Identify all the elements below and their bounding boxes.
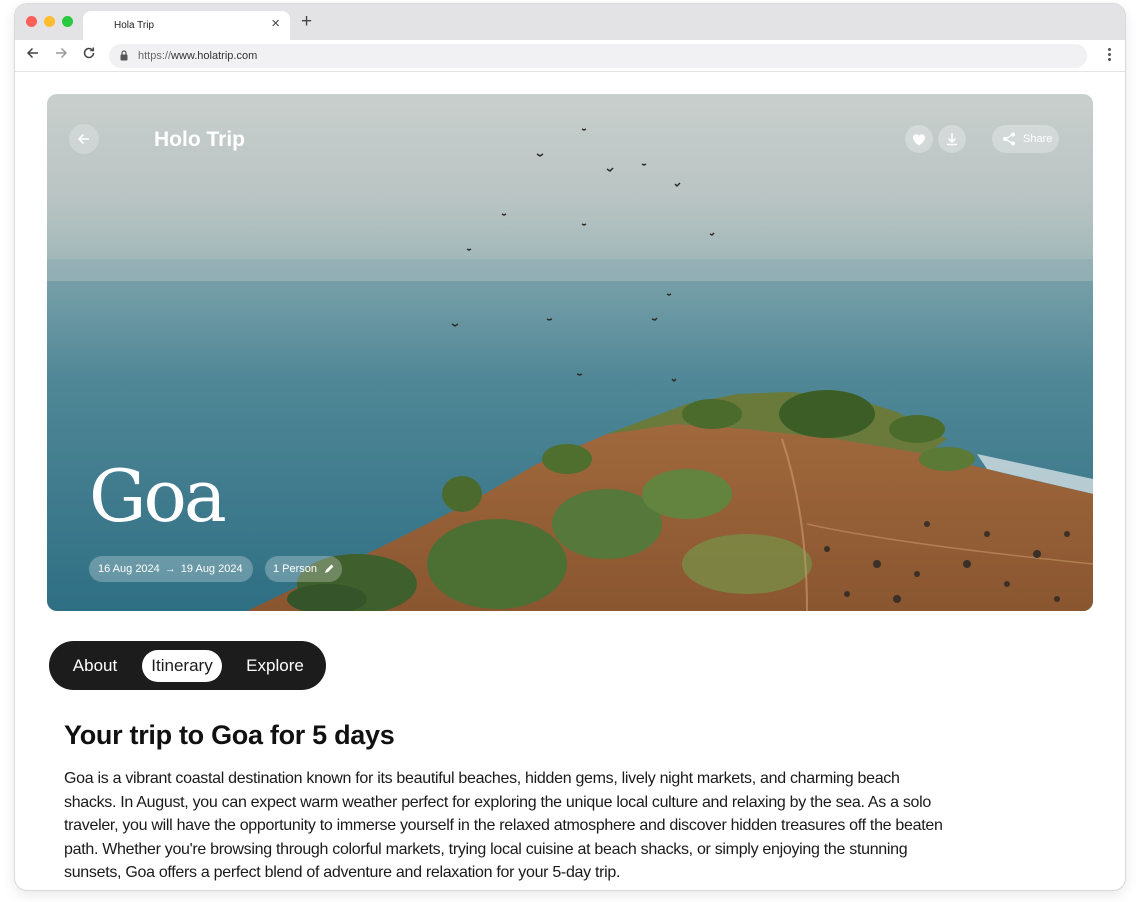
new-tab-button[interactable]: +: [301, 12, 312, 32]
reload-icon: [83, 47, 95, 59]
address-bar[interactable]: https://www.holatrip.com: [109, 44, 1087, 68]
arrow-left-icon: [77, 133, 89, 145]
download-icon: [947, 133, 957, 146]
heart-icon: [912, 134, 926, 146]
url-host: www.holatrip.com: [171, 50, 258, 62]
tab-close-icon[interactable]: ×: [271, 16, 280, 32]
page-title: Your trip to Goa for 5 days: [64, 720, 395, 750]
close-window-button[interactable]: [26, 16, 37, 27]
hero-actions: Share: [899, 125, 1059, 153]
minimize-window-button[interactable]: [44, 16, 55, 27]
browser-tab[interactable]: Hola Trip ×: [83, 11, 290, 40]
hero-banner: Holo Trip Share Goa 16 Aug 2024 → 19 Aug 2…: [47, 94, 1093, 611]
url-protocol: https://: [138, 50, 172, 62]
browser-forward-button[interactable]: [52, 46, 70, 64]
arrow-right-icon: →: [164, 563, 176, 575]
browser-window: Hola Trip × + https://www.holatrip.com H…: [15, 4, 1125, 890]
destination-name: Goa: [89, 454, 227, 538]
date-end: 19 Aug 2024: [180, 563, 243, 575]
share-label: Share: [1023, 133, 1053, 145]
pencil-icon[interactable]: [323, 563, 335, 575]
tab-itinerary[interactable]: Itinerary: [142, 650, 222, 682]
date-start: 16 Aug 2024: [98, 563, 160, 575]
travelers-label: 1 Person: [273, 563, 318, 575]
download-button[interactable]: [938, 125, 966, 153]
browser-menu-icon[interactable]: [1108, 48, 1112, 64]
trip-description: Goa is a vibrant coastal destination kno…: [64, 770, 943, 881]
favorite-button[interactable]: [905, 125, 933, 153]
section-tabs: About Itinerary Explore: [49, 641, 326, 690]
tab-explore[interactable]: Explore: [234, 650, 316, 682]
browser-back-button[interactable]: [24, 46, 42, 64]
lock-icon: [120, 50, 128, 61]
share-icon: [1003, 132, 1015, 146]
url-text: https://www.holatrip.com: [138, 50, 257, 62]
arrow-left-icon: [26, 47, 38, 59]
tab-about[interactable]: About: [62, 650, 128, 682]
hero-back-button[interactable]: [69, 124, 99, 154]
browser-toolbar: https://www.holatrip.com: [15, 40, 1125, 72]
browser-reload-button[interactable]: [80, 46, 98, 64]
brand-name: Holo Trip: [154, 128, 245, 151]
travelers-chip[interactable]: 1 Person: [265, 556, 342, 582]
maximize-window-button[interactable]: [62, 16, 73, 27]
tab-title: Hola Trip: [114, 20, 155, 31]
browser-titlebar: Hola Trip × +: [15, 4, 1125, 40]
trip-dates-chip[interactable]: 16 Aug 2024 → 19 Aug 2024: [89, 556, 253, 582]
arrow-right-icon: [56, 47, 68, 59]
share-button[interactable]: Share: [992, 125, 1059, 153]
